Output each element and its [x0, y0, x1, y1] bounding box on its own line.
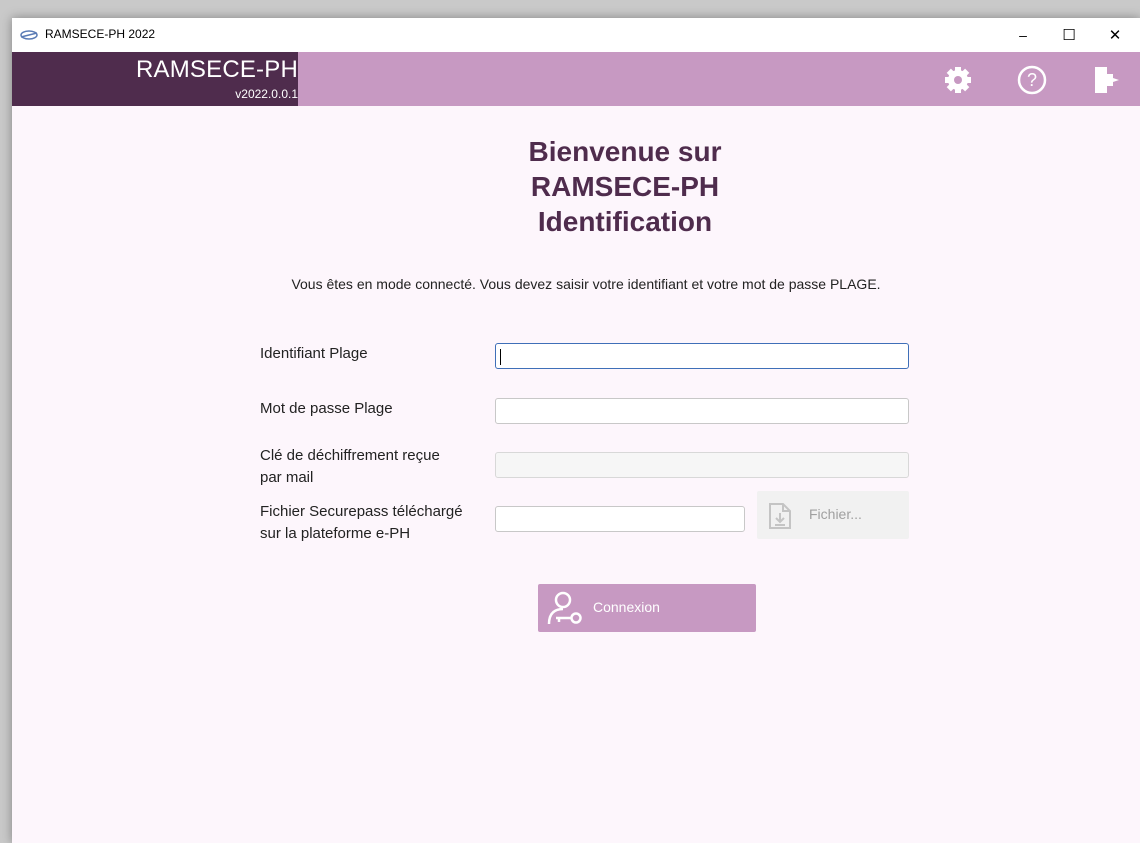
- fichier-label-line1: Fichier Securepass téléchargé: [260, 503, 463, 520]
- cle-label-line2: par mail: [260, 469, 314, 486]
- password-label: Mot de passe Plage: [260, 400, 393, 417]
- cle-label-line1: Clé de déchiffrement reçue: [260, 447, 440, 464]
- fichier-input[interactable]: [495, 506, 745, 532]
- cle-input[interactable]: [495, 452, 909, 478]
- cle-label: Clé de déchiffrement reçue par mail: [260, 445, 440, 489]
- heading-line-welcome: Bienvenue sur: [528, 136, 722, 167]
- svg-text:?: ?: [1027, 70, 1037, 90]
- password-input[interactable]: [495, 398, 909, 424]
- help-icon: ?: [1017, 65, 1047, 95]
- app-version: v2022.0.0.1: [235, 87, 298, 101]
- file-download-icon: [769, 503, 791, 529]
- identifiant-label: Identifiant Plage: [260, 345, 368, 362]
- heading-line-appname: RAMSECE-PH: [530, 171, 720, 202]
- fichier-label-line2: sur la plateforme e-PH: [260, 525, 411, 542]
- app-header: RAMSECE-PH v2022.0.0.1 ?: [12, 52, 1140, 106]
- brand-block: RAMSECE-PH v2022.0.0.1: [12, 52, 298, 106]
- fichier-button-label: Fichier...: [809, 506, 862, 522]
- help-button[interactable]: ?: [1014, 62, 1050, 98]
- connexion-button-label: Connexion: [593, 599, 660, 615]
- logout-icon: [1095, 67, 1119, 93]
- title-bar: RAMSECE-PH 2022 – ☐ ✕: [12, 18, 1140, 52]
- minimize-icon: –: [1019, 27, 1027, 43]
- fichier-label: Fichier Securepass téléchargé sur la pla…: [260, 501, 463, 545]
- maximize-icon: ☐: [1062, 27, 1076, 44]
- text-caret: [500, 349, 501, 365]
- app-window: RAMSECE-PH 2022 – ☐ ✕ RAMSECE-PH v2022.0…: [12, 18, 1140, 843]
- close-icon: ✕: [1108, 27, 1122, 44]
- app-icon: [20, 30, 38, 40]
- maximize-button[interactable]: ☐: [1046, 18, 1092, 52]
- login-page: Bienvenue sur RAMSECE-PH Identification …: [12, 106, 1140, 843]
- minimize-button[interactable]: –: [1000, 18, 1046, 52]
- page-heading: Bienvenue sur RAMSECE-PH Identification: [475, 134, 775, 239]
- connexion-button[interactable]: Connexion: [538, 584, 756, 632]
- user-key-icon: [547, 591, 582, 625]
- intro-text: Vous êtes en mode connecté. Vous devez s…: [291, 276, 881, 292]
- close-button[interactable]: ✕: [1092, 18, 1138, 52]
- logout-button[interactable]: [1087, 62, 1123, 98]
- app-name: RAMSECE-PH: [135, 56, 298, 83]
- fichier-button[interactable]: Fichier...: [757, 491, 909, 539]
- window-title: RAMSECE-PH 2022: [45, 27, 156, 41]
- identifiant-input[interactable]: [495, 343, 909, 369]
- heading-line-identification: Identification: [537, 206, 713, 237]
- gear-icon: [945, 67, 971, 93]
- settings-button[interactable]: [940, 62, 976, 98]
